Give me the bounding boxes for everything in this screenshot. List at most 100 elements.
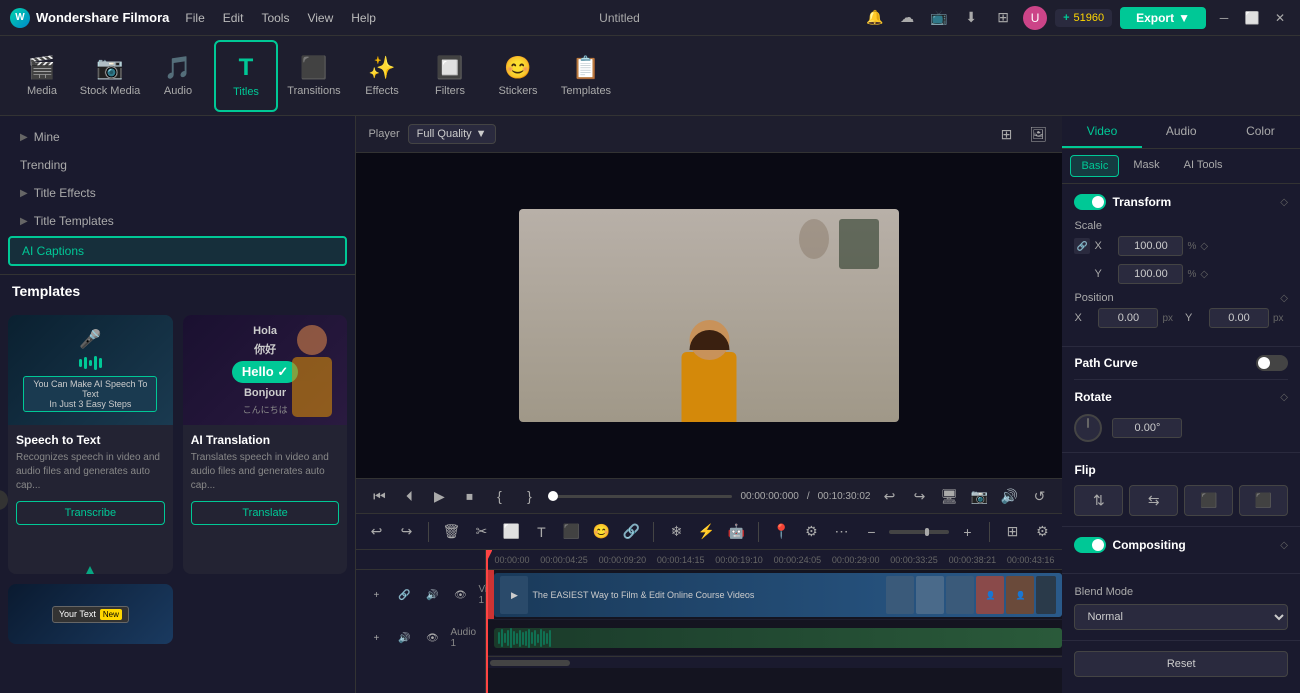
skip-back-button[interactable]: ⏮ <box>368 485 390 507</box>
undo-button[interactable]: ↩ <box>364 520 388 544</box>
subtab-basic[interactable]: Basic <box>1070 155 1119 177</box>
tab-audio[interactable]: Audio <box>1142 116 1221 148</box>
compositing-toggle[interactable] <box>1074 537 1106 553</box>
settings-button[interactable]: ⚙ <box>1030 520 1054 544</box>
ai-button[interactable]: 🤖 <box>724 520 748 544</box>
rotate-input[interactable] <box>1112 418 1182 438</box>
flip-paste-button[interactable]: ⬛ <box>1239 485 1288 516</box>
position-x-input[interactable] <box>1098 308 1158 328</box>
toolbar-templates[interactable]: 📋 Templates <box>554 40 618 112</box>
third-card[interactable]: Your Text New <box>8 584 173 644</box>
volume-button[interactable]: 🔊 <box>998 485 1020 507</box>
compositing-keyframe[interactable]: ◇ <box>1280 540 1288 551</box>
video1-mute-icon[interactable]: 🔊 <box>420 583 444 607</box>
transcribe-button[interactable]: Transcribe <box>16 501 165 525</box>
user-avatar[interactable]: U <box>1023 6 1047 30</box>
monitor-icon[interactable]: 📺 <box>927 6 951 30</box>
scale-y-input[interactable] <box>1118 264 1183 284</box>
grid-view-icon[interactable]: ⊞ <box>994 122 1018 146</box>
video1-chain-icon[interactable]: 🔗 <box>392 583 416 607</box>
screenshot-button[interactable]: 📷 <box>968 485 990 507</box>
nav-trending[interactable]: Trending <box>8 152 347 178</box>
toolbar-stock-media[interactable]: 📷 Stock Media <box>78 40 142 112</box>
scroll-thumb[interactable] <box>490 660 570 666</box>
audio1-content[interactable] <box>486 620 1062 655</box>
zoom-slider[interactable] <box>889 530 949 534</box>
transform-keyframe[interactable]: ◇ <box>1280 197 1288 208</box>
link-button[interactable]: 🔗 <box>619 520 643 544</box>
minimize-button[interactable]: ─ <box>1214 8 1234 28</box>
play-button[interactable]: ▶ <box>428 485 450 507</box>
tab-color[interactable]: Color <box>1221 116 1300 148</box>
toolbar-media[interactable]: 🎬 Media <box>10 40 74 112</box>
transform-toggle[interactable] <box>1074 194 1106 210</box>
scale-x-input[interactable] <box>1118 236 1183 256</box>
apps-icon[interactable]: ⊞ <box>991 6 1015 30</box>
video-clip[interactable]: ▶ The EASIEST Way to Film & Edit Online … <box>494 573 1062 617</box>
speed-button[interactable]: ⚡ <box>694 520 718 544</box>
timeline-scrollbar[interactable] <box>486 656 1062 668</box>
menu-view[interactable]: View <box>307 11 333 25</box>
toolbar-effects[interactable]: ✨ Effects <box>350 40 414 112</box>
redo-button[interactable]: ↪ <box>394 520 418 544</box>
video1-content[interactable]: ▶ The EASIEST Way to Film & Edit Online … <box>486 570 1062 619</box>
quality-selector[interactable]: Full Quality ▼ <box>408 124 496 144</box>
export-button[interactable]: Export ▼ <box>1120 7 1206 29</box>
subtab-mask[interactable]: Mask <box>1123 155 1169 177</box>
back-frame-button[interactable]: ↩ <box>878 485 900 507</box>
stop-button[interactable]: ⏹ <box>458 485 480 507</box>
toolbar-stickers[interactable]: 😊 Stickers <box>486 40 550 112</box>
rotate-dial[interactable] <box>1074 414 1102 442</box>
text-button[interactable]: T <box>529 520 553 544</box>
more-button[interactable]: ⋯ <box>829 520 853 544</box>
scale-x-keyframe[interactable]: ◇ <box>1200 241 1208 252</box>
tab-video[interactable]: Video <box>1062 116 1141 148</box>
translate-button[interactable]: Translate <box>191 501 340 525</box>
mark-out-button[interactable]: } <box>518 485 540 507</box>
freeze-button[interactable]: ❄ <box>664 520 688 544</box>
cloud-icon[interactable]: ☁ <box>895 6 919 30</box>
loop-button[interactable]: ↺ <box>1028 485 1050 507</box>
mask-button[interactable]: ⬛ <box>559 520 583 544</box>
audio-clip[interactable] <box>494 628 1062 648</box>
audio1-mute-icon[interactable]: 🔊 <box>392 626 416 650</box>
scale-y-keyframe[interactable]: ◇ <box>1200 269 1208 280</box>
cut-button[interactable]: ✂ <box>469 520 493 544</box>
photo-icon[interactable]: 🖼 <box>1026 122 1050 146</box>
toolbar-transitions[interactable]: ⬛ Transitions <box>282 40 346 112</box>
maximize-button[interactable]: ⬜ <box>1242 8 1262 28</box>
close-button[interactable]: ✕ <box>1270 8 1290 28</box>
video1-add-icon[interactable]: + <box>364 583 388 607</box>
mark-in-button[interactable]: { <box>488 485 510 507</box>
play-back-button[interactable]: ⏴ <box>398 485 420 507</box>
nav-title-effects[interactable]: ▶ Title Effects <box>8 180 347 206</box>
progress-bar[interactable] <box>548 495 732 498</box>
zoom-out-button[interactable]: − <box>859 520 883 544</box>
marker-button[interactable]: 📍 <box>769 520 793 544</box>
download-icon[interactable]: ⬇ <box>959 6 983 30</box>
position-keyframe[interactable]: ◇ <box>1280 293 1288 304</box>
flip-copy-button[interactable]: ⬛ <box>1184 485 1233 516</box>
layout-button[interactable]: ⊞ <box>1000 520 1024 544</box>
menu-help[interactable]: Help <box>351 11 376 25</box>
path-curve-toggle[interactable] <box>1256 355 1288 371</box>
rotate-keyframe[interactable]: ◇ <box>1280 392 1288 403</box>
zoom-in-button[interactable]: + <box>955 520 979 544</box>
flip-horizontal-button[interactable]: ⇆ <box>1129 485 1178 516</box>
menu-edit[interactable]: Edit <box>223 11 244 25</box>
notification-icon[interactable]: 🔔 <box>863 6 887 30</box>
fwd-frame-button[interactable]: ↪ <box>908 485 930 507</box>
playhead[interactable] <box>486 550 488 693</box>
toolbar-titles[interactable]: T Titles <box>214 40 278 112</box>
audio1-add-icon[interactable]: + <box>364 626 388 650</box>
toolbar-audio[interactable]: 🎵 Audio <box>146 40 210 112</box>
toolbar-filters[interactable]: 🔲 Filters <box>418 40 482 112</box>
ai-translation-card[interactable]: Hola 你好 Hello ✓ Bonjour こんにちは AI Transla… <box>183 315 348 574</box>
split-button[interactable]: ⚙ <box>799 520 823 544</box>
delete-button[interactable]: 🗑 <box>439 520 463 544</box>
subtab-ai-tools[interactable]: AI Tools <box>1174 155 1233 177</box>
reset-button[interactable]: Reset <box>1074 651 1288 677</box>
collapse-panel-button[interactable]: ‹ <box>0 490 8 510</box>
nav-title-templates[interactable]: ▶ Title Templates <box>8 208 347 234</box>
speech-to-text-card[interactable]: 🎤 You Can Make AI Speech To TextIn Just … <box>8 315 173 574</box>
